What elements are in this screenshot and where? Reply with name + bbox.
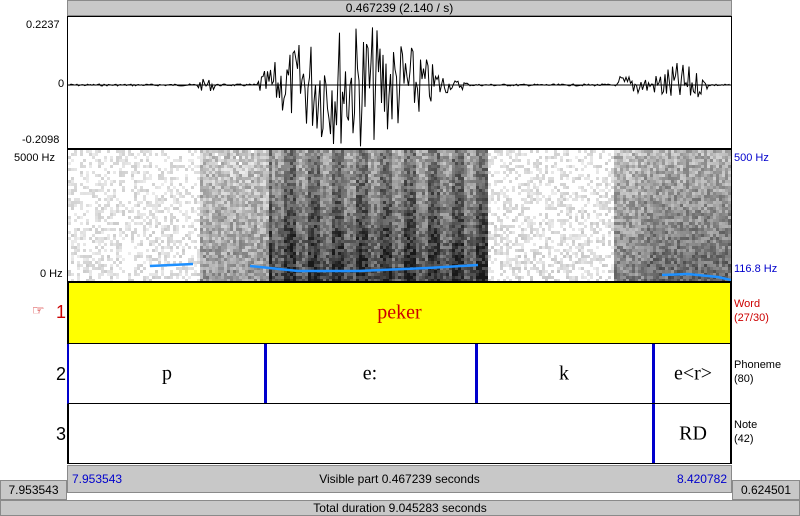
right-offset-bar[interactable]: 0.624501 — [732, 480, 800, 500]
total-duration-text: Total duration 9.045283 seconds — [313, 501, 487, 515]
interval-rd[interactable]: RD — [679, 422, 707, 445]
spectrogram-panel[interactable] — [67, 149, 732, 282]
tier-note[interactable]: RD — [67, 404, 732, 464]
waveform-max-label: 0.2237 — [26, 19, 60, 31]
tier-note-count: (42) — [734, 433, 754, 445]
waveform-zero-label: 0 — [58, 78, 65, 90]
visible-end-time: 8.420782 — [676, 472, 727, 486]
visible-part-bar[interactable]: 7.953543 Visible part 0.467239 seconds 8… — [67, 465, 732, 493]
visible-part-text: Visible part 0.467239 seconds — [319, 472, 480, 486]
waveform-panel[interactable] — [67, 16, 732, 149]
tier-phoneme[interactable]: p e: k e<r> — [67, 344, 732, 404]
tier-phoneme-name: Phoneme — [734, 359, 782, 371]
pitch-bottom-label: 116.8 Hz — [734, 263, 778, 275]
tier-phoneme-count: (80) — [734, 373, 754, 385]
waveform-svg — [67, 27, 731, 147]
tier-word-count: (27/30) — [734, 312, 769, 324]
phoneme-boundary-1[interactable] — [264, 344, 267, 403]
tier-number-3[interactable]: 3 — [56, 424, 66, 445]
tier-note-name: Note — [734, 419, 758, 431]
total-duration-bar[interactable]: Total duration 9.045283 seconds — [0, 500, 800, 516]
interval-e-r[interactable]: e<r> — [674, 362, 712, 385]
phoneme-boundary-3[interactable] — [652, 344, 655, 403]
tier-word-name-block: Word (27/30) — [734, 297, 769, 325]
left-offset-time: 7.953543 — [8, 483, 59, 497]
waveform-min-label: -0.2098 — [22, 134, 60, 146]
note-boundary-1[interactable] — [652, 404, 655, 463]
tier-number-1[interactable]: 1 — [56, 302, 66, 323]
tier-phoneme-name-block: Phoneme (80) — [734, 358, 781, 386]
pitch-top-label: 500 Hz — [734, 152, 769, 164]
interval-e-long[interactable]: e: — [363, 362, 377, 385]
tier-number-2[interactable]: 2 — [56, 364, 66, 385]
visible-start-time: 7.953543 — [72, 472, 123, 486]
waveform-trace — [67, 27, 730, 147]
spectrogram-top-freq-label: 5000 Hz — [14, 152, 55, 164]
selection-duration-bar[interactable]: 0.467239 (2.140 / s) — [67, 0, 732, 16]
interval-k[interactable]: k — [559, 362, 569, 385]
interval-p[interactable]: p — [162, 362, 172, 385]
right-offset-time: 0.624501 — [740, 483, 792, 497]
spectrogram-bottom-freq-label: 0 Hz — [40, 268, 63, 280]
tier-note-name-block: Note (42) — [734, 418, 757, 446]
selection-duration-text: 0.467239 (2.140 / s) — [345, 1, 454, 15]
left-offset-bar[interactable]: 7.953543 — [0, 480, 67, 500]
phoneme-boundary-2[interactable] — [475, 344, 478, 403]
pointing-hand-icon: ☞ — [32, 302, 45, 318]
tier-word[interactable]: peker — [67, 282, 732, 344]
interval-peker[interactable]: peker — [377, 302, 421, 325]
spectrogram-svg — [68, 150, 731, 281]
tier-word-name: Word — [734, 298, 761, 310]
